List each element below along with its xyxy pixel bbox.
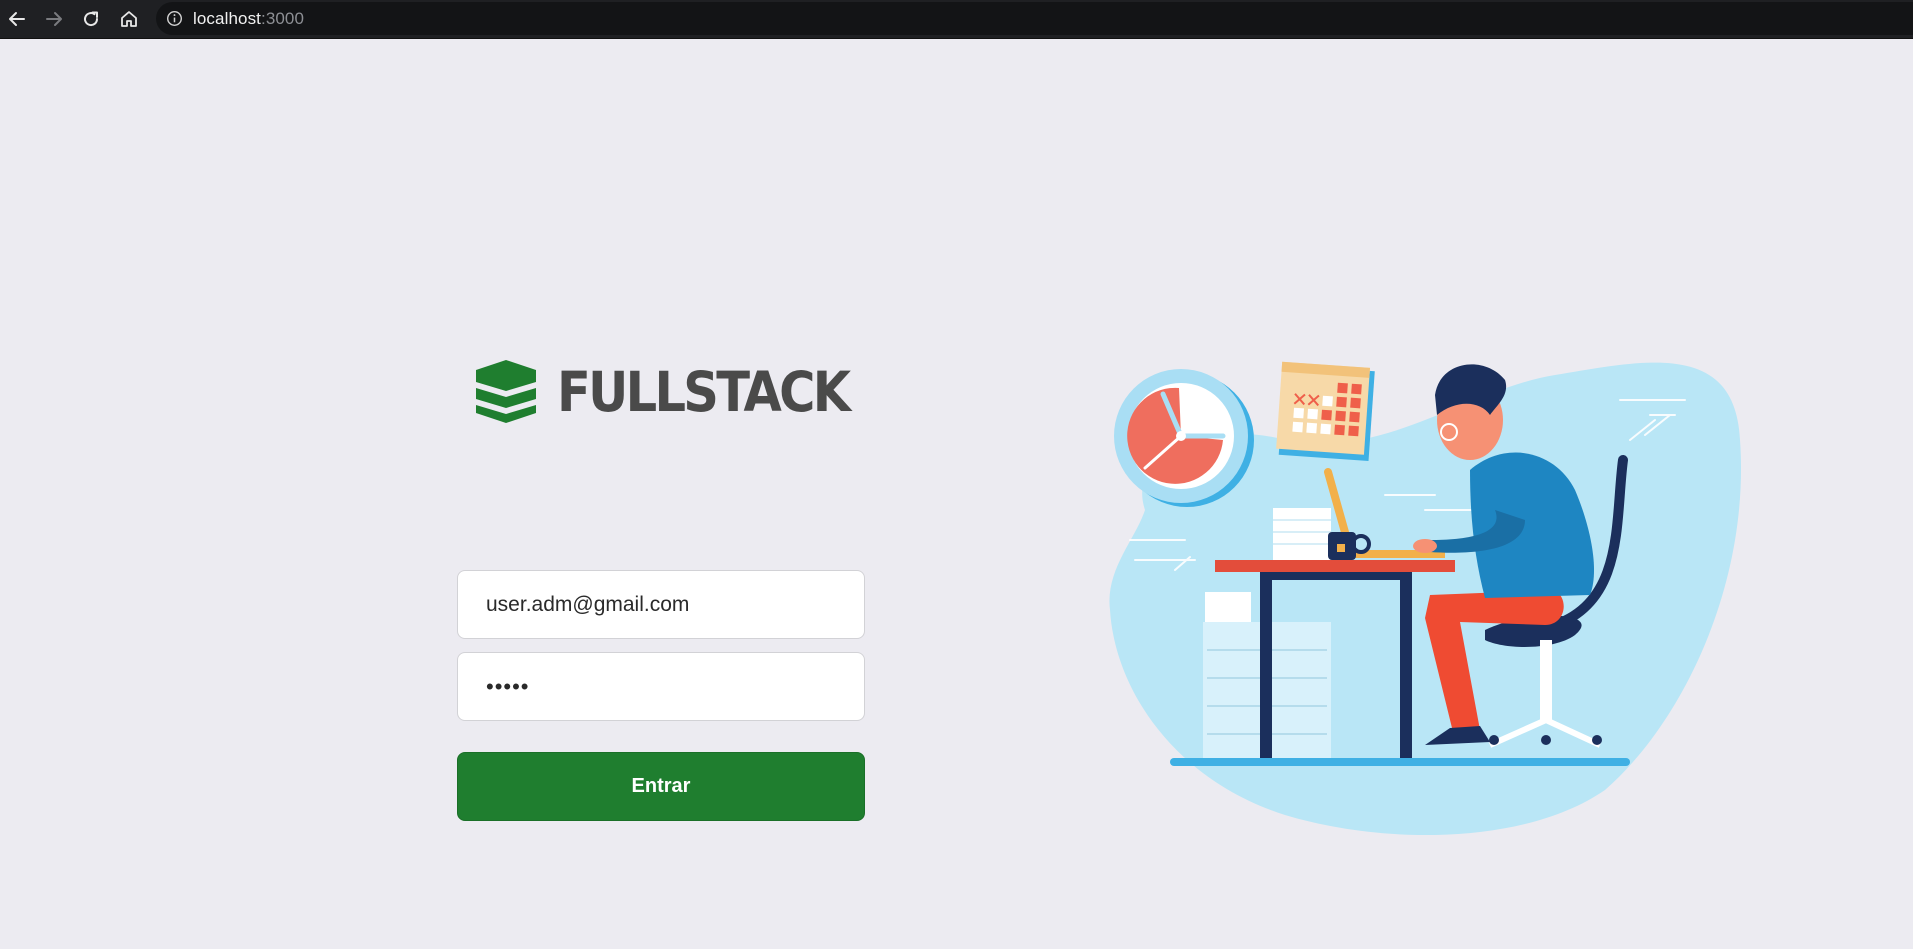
brand-logo: FULLSTACK bbox=[470, 358, 881, 426]
back-button[interactable] bbox=[3, 5, 31, 33]
address-bar[interactable]: localhost:3000 bbox=[156, 2, 1913, 35]
forward-icon bbox=[46, 12, 62, 26]
browser-toolbar: localhost:3000 bbox=[0, 0, 1913, 39]
password-field[interactable] bbox=[457, 652, 865, 721]
forward-button[interactable] bbox=[40, 5, 68, 33]
back-icon bbox=[9, 12, 25, 26]
info-icon[interactable] bbox=[166, 10, 183, 27]
url-port: :3000 bbox=[261, 8, 305, 28]
email-field[interactable] bbox=[457, 570, 865, 639]
clock-icon bbox=[1114, 369, 1254, 507]
home-icon bbox=[121, 11, 137, 27]
stacked-layers-icon bbox=[476, 360, 536, 423]
url-text[interactable]: localhost:3000 bbox=[193, 9, 304, 29]
reload-button[interactable] bbox=[77, 5, 105, 33]
calendar-icon bbox=[1276, 361, 1375, 462]
person-working-at-desk-illustration bbox=[1109, 361, 1741, 835]
url-host: localhost bbox=[193, 8, 261, 28]
reload-icon bbox=[84, 11, 99, 27]
brand-name: FULLSTACK bbox=[557, 359, 851, 424]
login-button[interactable]: Entrar bbox=[457, 752, 865, 821]
home-button[interactable] bbox=[115, 5, 143, 33]
